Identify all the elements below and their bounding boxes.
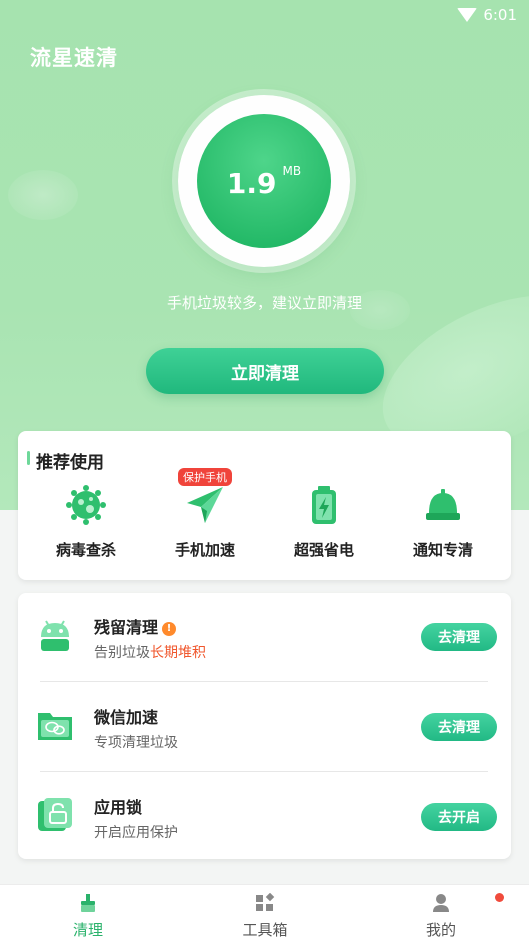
list-item-app-lock[interactable]: 应用锁 开启应用保护 去开启 xyxy=(18,773,511,861)
decor-blob xyxy=(8,170,78,220)
nav-label: 清理 xyxy=(72,921,103,939)
tool-power-save[interactable]: 超强省电 xyxy=(264,483,384,560)
nav-label: 我的 xyxy=(425,921,456,939)
tool-label: 手机加速 xyxy=(174,541,235,559)
android-residue-icon xyxy=(35,615,75,655)
app-lock-icon xyxy=(35,795,75,835)
nav-label: 工具箱 xyxy=(242,921,288,939)
go-clean-button[interactable]: 去清理 xyxy=(421,623,497,651)
bottom-nav: 清理 工具箱 我的 xyxy=(0,884,529,942)
gauge-core: 1.9 MB xyxy=(197,114,331,248)
list-item-residue-clean[interactable]: 残留清理! 告别垃圾长期堆积 去清理 xyxy=(18,593,511,681)
recommend-card: 推荐使用 保护手机 病毒查杀 手机加速 超强省电 通知专清 xyxy=(18,431,511,580)
status-bar: 6:01 xyxy=(457,4,517,26)
junk-gauge[interactable]: 1.9 MB xyxy=(178,95,350,267)
clean-now-button[interactable]: 立即清理 xyxy=(146,348,384,394)
junk-hint: 手机垃圾较多，建议立即清理 xyxy=(166,294,362,312)
tool-label: 超强省电 xyxy=(293,541,354,559)
list-item-title: 残留清理! xyxy=(94,614,177,638)
bell-icon xyxy=(421,483,465,527)
junk-size-unit: MB xyxy=(282,164,302,178)
toolbox-icon xyxy=(255,892,275,913)
notification-dot xyxy=(495,893,504,902)
tool-label: 通知专清 xyxy=(412,541,473,559)
nav-tab-clean[interactable]: 清理 xyxy=(38,893,138,940)
tool-label: 病毒查杀 xyxy=(55,541,116,559)
wifi-icon xyxy=(457,8,478,22)
go-clean-button[interactable]: 去清理 xyxy=(421,713,497,741)
nav-tab-mine[interactable]: 我的 xyxy=(391,893,491,940)
list-item-title: 应用锁 xyxy=(94,798,143,817)
status-time: 6:01 xyxy=(483,6,517,24)
battery-icon xyxy=(302,483,346,527)
nav-tab-toolbox[interactable]: 工具箱 xyxy=(215,892,315,940)
list-item-subtitle: 告别垃圾长期堆积 xyxy=(94,645,206,661)
recommend-title: 推荐使用 xyxy=(36,453,104,473)
list-item-wechat-boost[interactable]: 微信加速 专项清理垃圾 去清理 xyxy=(18,683,511,771)
list-item-title: 微信加速 xyxy=(94,708,159,727)
divider xyxy=(40,771,488,772)
wechat-folder-icon xyxy=(35,705,75,745)
paper-plane-icon xyxy=(183,483,227,527)
tool-phone-boost[interactable]: 手机加速 xyxy=(145,483,265,560)
broom-icon xyxy=(78,893,98,913)
list-item-subtitle: 专项清理垃圾 xyxy=(94,735,178,751)
list-item-subtitle: 开启应用保护 xyxy=(94,825,178,841)
tool-notification-clean[interactable]: 通知专清 xyxy=(383,483,503,560)
app-title: 流星速清 xyxy=(30,46,118,70)
tool-virus-scan[interactable]: 病毒查杀 xyxy=(26,483,146,560)
divider xyxy=(40,681,488,682)
profile-icon xyxy=(431,893,451,913)
section-accent-bar xyxy=(27,451,30,465)
junk-size-value: 1.9 xyxy=(226,166,277,200)
warning-icon: ! xyxy=(162,622,177,636)
feature-list-card: 残留清理! 告别垃圾长期堆积 去清理 微信加速 专项清理垃圾 去清理 应用锁 开… xyxy=(18,593,511,859)
virus-icon xyxy=(64,483,108,527)
go-enable-button[interactable]: 去开启 xyxy=(421,803,497,831)
